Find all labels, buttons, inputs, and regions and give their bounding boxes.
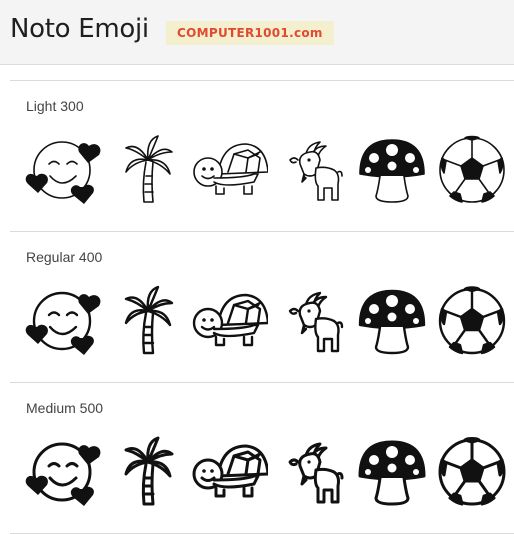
site-badge: COMPUTER1001.com — [166, 21, 334, 45]
palm-tree-icon — [110, 434, 190, 510]
goat-icon — [276, 132, 356, 208]
turtle-icon — [188, 132, 268, 208]
emoji-row — [0, 132, 514, 208]
divider — [10, 231, 514, 232]
weight-label: Regular 400 — [26, 249, 103, 265]
emoji-row — [0, 283, 514, 359]
header-bar: Noto Emoji COMPUTER1001.com — [0, 0, 514, 65]
smiling-face-with-hearts-icon — [24, 434, 104, 510]
mushroom-icon — [352, 132, 432, 208]
soccer-ball-icon — [432, 434, 512, 510]
turtle-icon — [188, 283, 268, 359]
soccer-ball-icon — [432, 132, 512, 208]
smiling-face-with-hearts-icon — [24, 283, 104, 359]
divider — [10, 382, 514, 383]
mushroom-icon — [352, 434, 432, 510]
divider — [10, 80, 514, 81]
goat-icon — [276, 283, 356, 359]
turtle-icon — [188, 434, 268, 510]
weight-label: Light 300 — [26, 98, 84, 114]
mushroom-icon — [352, 283, 432, 359]
emoji-row — [0, 434, 514, 510]
weight-label: Medium 500 — [26, 400, 104, 416]
page-title: Noto Emoji — [10, 14, 149, 44]
palm-tree-icon — [110, 132, 190, 208]
soccer-ball-icon — [432, 283, 512, 359]
smiling-face-with-hearts-icon — [24, 132, 104, 208]
palm-tree-icon — [110, 283, 190, 359]
goat-icon — [276, 434, 356, 510]
